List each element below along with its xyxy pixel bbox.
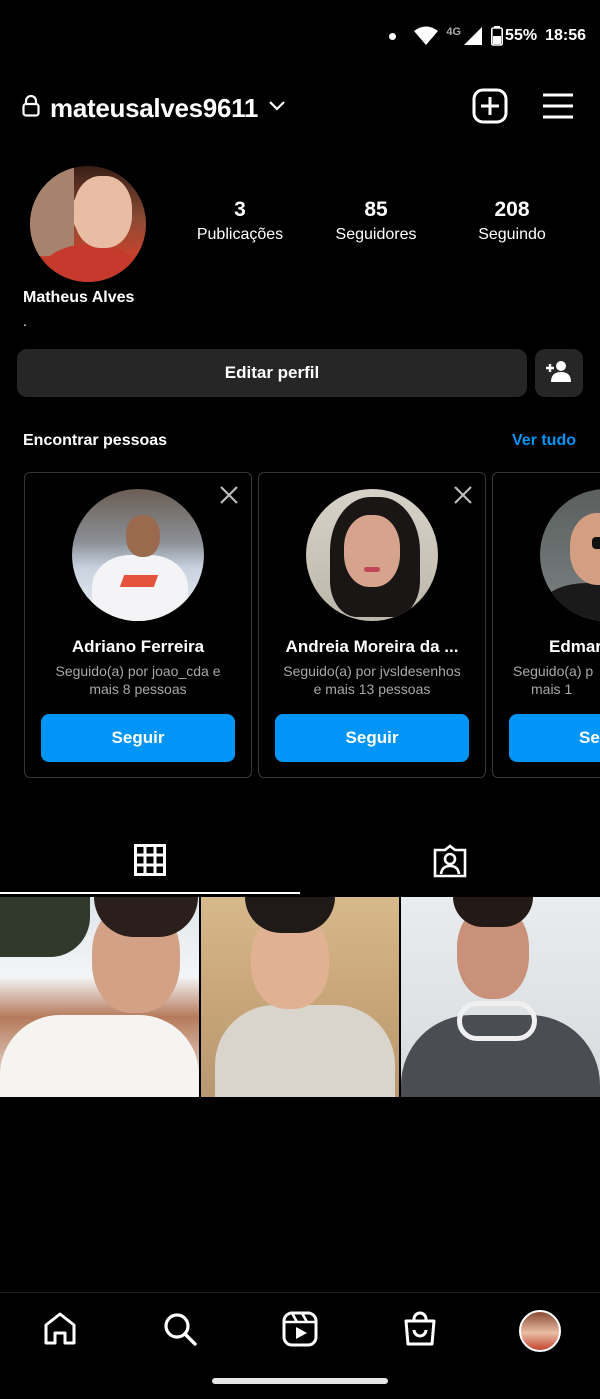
- battery-level: 55%: [505, 27, 538, 44]
- follow-button[interactable]: Seguir: [275, 714, 469, 762]
- lock-icon: [22, 94, 40, 122]
- stat-label: Seguidores: [335, 226, 417, 243]
- follow-button[interactable]: Se: [509, 714, 600, 762]
- wifi-icon: [414, 26, 439, 46]
- shop-icon: [402, 1311, 438, 1352]
- see-all-link[interactable]: Ver tudo: [512, 432, 576, 450]
- stat-number: 208: [494, 198, 530, 221]
- suggestion-avatar[interactable]: [306, 489, 438, 621]
- suggestion-avatar[interactable]: [72, 489, 204, 621]
- chevron-down-icon: [268, 99, 286, 117]
- network-type: 4G: [446, 26, 462, 38]
- nav-search[interactable]: [156, 1307, 204, 1355]
- profile-tabs: [0, 838, 600, 896]
- profile-stats: 3 Publicações 85 Seguidores 208 Seguindo: [172, 198, 580, 244]
- tab-posts-grid[interactable]: [0, 838, 300, 896]
- suggestion-context-line: Seguido(a) por jvsldesenhos: [283, 663, 461, 679]
- account-switcher[interactable]: mateusalves9611: [22, 93, 286, 124]
- close-icon[interactable]: [219, 485, 239, 510]
- grid-icon: [134, 844, 166, 896]
- suggestion-name[interactable]: Andreia Moreira da ...: [259, 637, 485, 657]
- profile-header: mateusalves9611: [22, 88, 574, 128]
- suggestion-context: Seguido(a) por jvsldesenhos e mais 13 pe…: [273, 662, 471, 698]
- full-name: Matheus Alves: [23, 289, 135, 306]
- followers-count[interactable]: 85 Seguidores: [308, 198, 444, 244]
- close-icon[interactable]: [453, 485, 473, 510]
- suggestion-carousel[interactable]: Adriano Ferreira Seguido(a) por joao_cda…: [24, 472, 600, 780]
- profile-picture[interactable]: [30, 166, 146, 282]
- nav-reels[interactable]: [276, 1307, 324, 1355]
- suggestion-name[interactable]: Edmar: [549, 637, 600, 657]
- notification-dot-icon: [389, 32, 397, 40]
- status-bar: 4G 55% 18:56: [389, 26, 586, 46]
- home-indicator[interactable]: [212, 1378, 388, 1384]
- suggestion-context-line: mais 1: [531, 681, 573, 697]
- tagged-icon: [433, 844, 467, 896]
- suggestion-card[interactable]: Adriano Ferreira Seguido(a) por joao_cda…: [24, 472, 252, 778]
- discover-title: Encontrar pessoas: [23, 432, 168, 449]
- suggestion-card[interactable]: Edmar Seguido(a) p mais 1 Se: [492, 472, 600, 778]
- nav-shop[interactable]: [396, 1307, 444, 1355]
- nav-profile[interactable]: [516, 1307, 564, 1355]
- suggestion-context-line: Seguido(a) por joao_cda e: [55, 663, 221, 679]
- follow-button[interactable]: Seguir: [41, 714, 235, 762]
- stat-number: 3: [234, 198, 246, 221]
- stat-label: Seguindo: [478, 226, 546, 243]
- posts-grid: [0, 897, 600, 1097]
- stat-number: 85: [364, 198, 388, 221]
- signal-icon: [463, 26, 483, 46]
- suggestion-context-line: mais 8 pessoas: [89, 681, 187, 697]
- suggestion-context: Seguido(a) p mais 1: [513, 662, 600, 698]
- suggestion-name[interactable]: Adriano Ferreira: [25, 637, 251, 657]
- home-icon: [42, 1311, 78, 1352]
- edit-profile-button[interactable]: Editar perfil: [17, 349, 527, 397]
- posts-count[interactable]: 3 Publicações: [172, 198, 308, 244]
- post-thumbnail[interactable]: [401, 897, 600, 1097]
- discover-people-button[interactable]: [535, 349, 583, 397]
- suggestion-context-line: e mais 13 pessoas: [313, 681, 431, 697]
- profile-avatar: [519, 1310, 561, 1352]
- add-person-icon: [545, 360, 573, 387]
- following-count[interactable]: 208 Seguindo: [444, 198, 580, 244]
- tab-tagged[interactable]: [300, 838, 600, 896]
- new-post-icon[interactable]: [472, 88, 508, 129]
- suggestion-context: Seguido(a) por joao_cda e mais 8 pessoas: [39, 662, 237, 698]
- menu-icon[interactable]: [542, 92, 574, 125]
- nav-home[interactable]: [36, 1307, 84, 1355]
- search-icon: [162, 1311, 198, 1352]
- post-thumbnail[interactable]: [200, 897, 400, 1097]
- battery-icon: [491, 26, 504, 46]
- bio: .: [23, 313, 27, 329]
- post-thumbnail[interactable]: [0, 897, 199, 1097]
- suggestion-context-line: Seguido(a) p: [513, 663, 594, 679]
- active-tab-indicator: [0, 892, 300, 894]
- reels-icon: [282, 1311, 318, 1352]
- clock: 18:56: [545, 27, 586, 44]
- stat-label: Publicações: [196, 226, 284, 243]
- suggestion-card[interactable]: Andreia Moreira da ... Seguido(a) por jv…: [258, 472, 486, 778]
- suggestion-avatar[interactable]: [540, 489, 600, 621]
- username: mateusalves9611: [50, 92, 259, 123]
